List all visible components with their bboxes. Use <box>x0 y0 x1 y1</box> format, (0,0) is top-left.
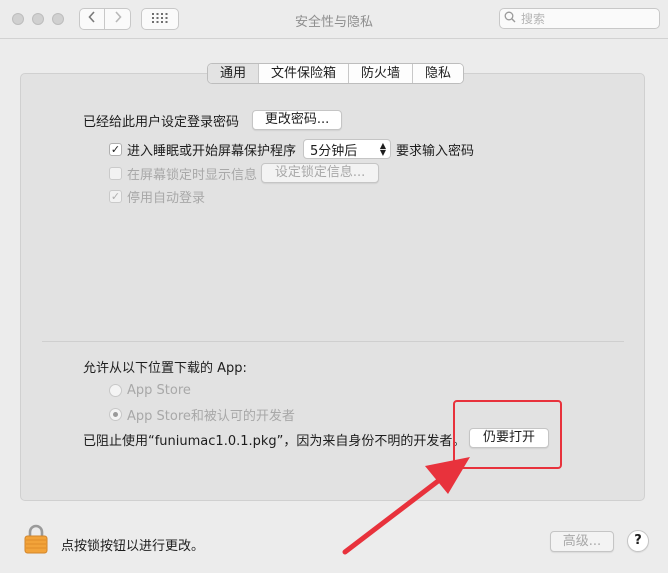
lock-icon[interactable] <box>24 524 48 554</box>
red-arrow-icon <box>342 457 470 555</box>
help-button[interactable]: ? <box>627 530 649 552</box>
advanced-button[interactable]: 高级... <box>550 531 614 552</box>
lock-message: 点按锁按钮以进行更改。 <box>61 539 205 554</box>
